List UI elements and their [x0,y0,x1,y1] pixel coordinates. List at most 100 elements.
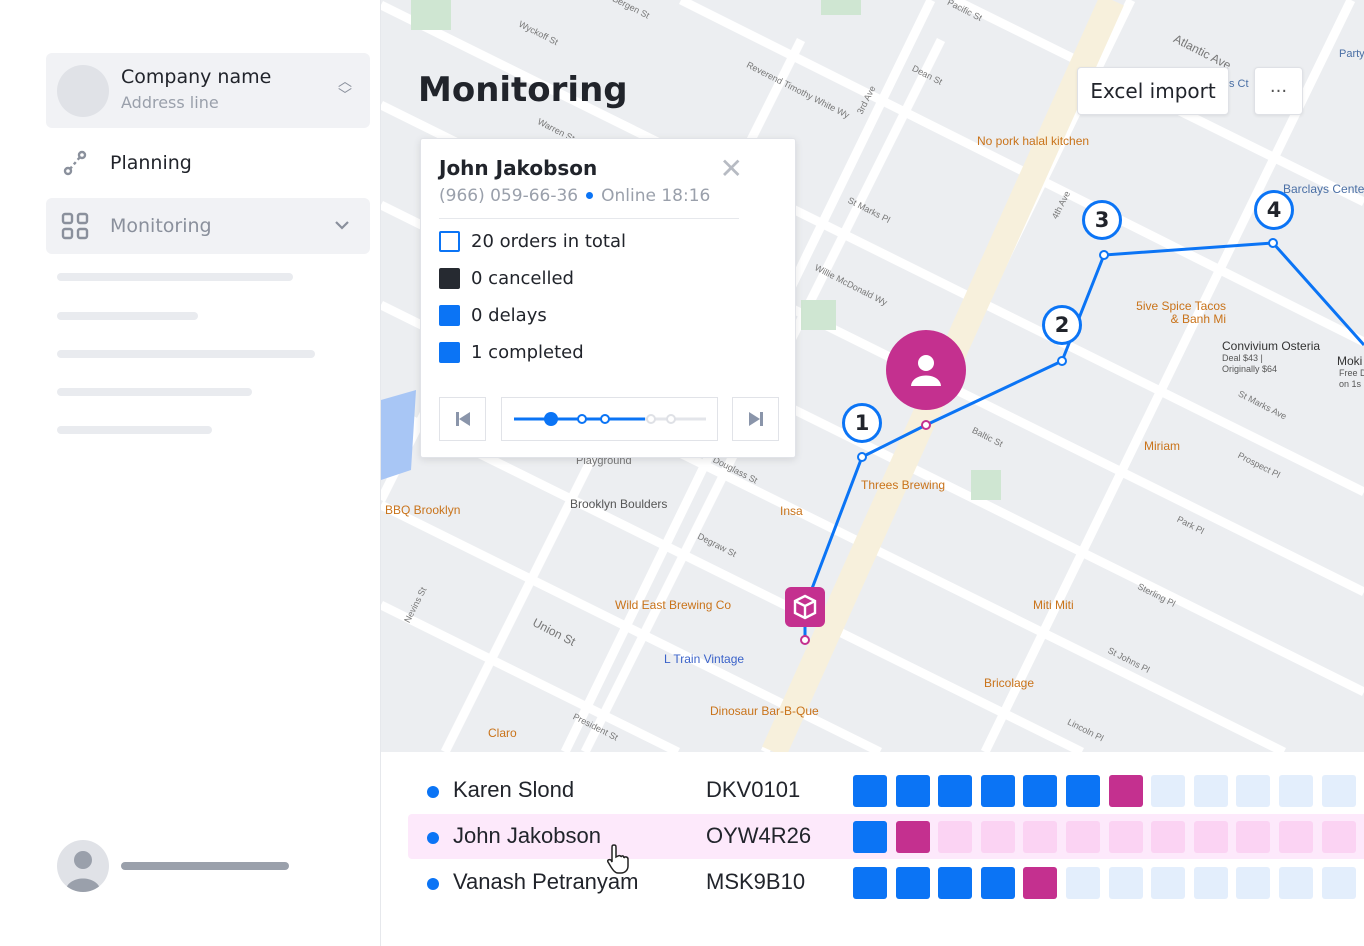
courier-code: MSK9B10 [706,869,806,894]
legend-label: 1 completed [471,342,584,363]
legend-label: 20 orders in total [471,231,627,252]
route-stop-4[interactable]: 4 [1254,190,1294,230]
courier-name: Karen Slond [453,777,575,802]
order-block[interactable] [1236,821,1271,853]
company-avatar [57,65,109,117]
slider-thumb[interactable] [544,412,558,426]
route-stop-2[interactable]: 2 [1042,305,1082,345]
legend-completed: 1 completed [439,342,584,363]
order-block[interactable] [938,867,973,899]
order-block[interactable] [1321,867,1356,899]
order-block[interactable] [1023,867,1058,899]
order-block[interactable] [1066,821,1100,853]
sidebar-item-planning[interactable]: Planning [46,135,370,191]
depot-marker[interactable] [785,587,825,627]
sidebar-item-monitoring[interactable]: Monitoring [46,198,370,254]
order-block[interactable] [1193,821,1228,853]
order-block[interactable] [1279,867,1313,899]
courier-status: Online 18:16 [601,186,711,206]
order-block[interactable] [1321,775,1356,807]
divider [439,218,739,219]
chevron-down-icon [334,216,350,235]
order-block[interactable] [1279,821,1313,853]
order-block[interactable] [1066,867,1100,899]
package-icon [793,594,817,620]
skeleton-line [57,350,315,358]
excel-import-button[interactable]: Excel import [1077,67,1229,115]
order-block[interactable] [1321,821,1356,853]
order-block[interactable] [938,775,973,807]
company-switcher[interactable]: Company name Address line ︿ ﹀ [46,53,370,128]
courier-row[interactable]: John Jakobson OYW4R26 [408,814,1364,859]
sidebar: Company name Address line ︿ ﹀ Planning Mo… [0,0,381,946]
next-button[interactable] [732,397,779,441]
courier-phone: (966) 059-66-36 [439,186,579,206]
legend-total: 20 orders in total [439,231,626,252]
order-block[interactable] [1236,867,1271,899]
order-block[interactable] [895,775,930,807]
legend-delays: 0 delays [439,305,547,326]
square-icon [439,268,460,289]
courier-row[interactable]: Karen Slond DKV0101 [408,768,1364,813]
order-block[interactable] [1108,775,1143,807]
order-block[interactable] [853,867,887,899]
person-icon [911,355,941,386]
order-block[interactable] [1108,867,1143,899]
order-block[interactable] [980,821,1015,853]
courier-code: OYW4R26 [706,823,812,848]
skeleton-line [57,312,198,320]
legend-cancelled: 0 cancelled [439,268,574,289]
courier-meta: (966) 059-66-36 Online 18:16 [439,186,710,206]
route-icon [60,148,90,178]
order-block[interactable] [980,775,1015,807]
close-icon[interactable]: ✕ [720,155,743,183]
order-block[interactable] [1279,775,1313,807]
courier-name: John Jakobson [439,156,598,180]
courier-card: John Jakobson (966) 059-66-36 Online 18:1… [420,138,796,458]
order-block[interactable] [1151,821,1186,853]
order-block[interactable] [1236,775,1271,807]
courier-code: DKV0101 [706,777,801,802]
status-dot [586,191,594,199]
page-title: Monitoring [418,70,628,110]
order-block[interactable] [853,821,887,853]
order-block[interactable] [1066,775,1100,807]
hand-cursor-icon [607,844,629,874]
status-dot [427,878,439,890]
order-block[interactable] [895,867,930,899]
order-block[interactable] [1023,775,1058,807]
grid-icon [60,212,90,240]
status-dot [427,832,439,844]
skeleton-line [57,273,293,281]
skip-back-icon [455,412,470,426]
order-block[interactable] [1193,867,1228,899]
skeleton-line [57,388,252,396]
courier-name: John Jakobson [453,823,601,848]
order-block[interactable] [1023,821,1058,853]
user-avatar[interactable] [57,840,109,892]
more-button[interactable]: ··· [1254,67,1303,115]
courier-row[interactable]: Vanash Petranyam MSK9B10 [408,860,1364,905]
company-name: Company name [121,66,272,88]
chevron-up-down-icon: ︿ ﹀ [338,74,352,104]
outline-square-icon [439,231,460,252]
order-block[interactable] [853,775,887,807]
order-block[interactable] [1108,821,1143,853]
order-block[interactable] [1193,775,1228,807]
user-name-placeholder [121,862,289,870]
order-block[interactable] [1151,867,1186,899]
timeline-slider[interactable] [501,397,718,441]
order-block[interactable] [1151,775,1186,807]
status-dot [427,786,439,798]
route-stop-1[interactable]: 1 [842,403,882,443]
order-block[interactable] [938,821,973,853]
order-block[interactable] [895,821,930,853]
route-stop-3[interactable]: 3 [1082,200,1122,240]
company-address: Address line [121,93,219,112]
skip-forward-icon [748,412,763,426]
legend-label: 0 delays [471,305,547,326]
courier-marker[interactable] [886,330,966,410]
order-block[interactable] [980,867,1015,899]
previous-button[interactable] [439,397,486,441]
legend-label: 0 cancelled [471,268,574,289]
